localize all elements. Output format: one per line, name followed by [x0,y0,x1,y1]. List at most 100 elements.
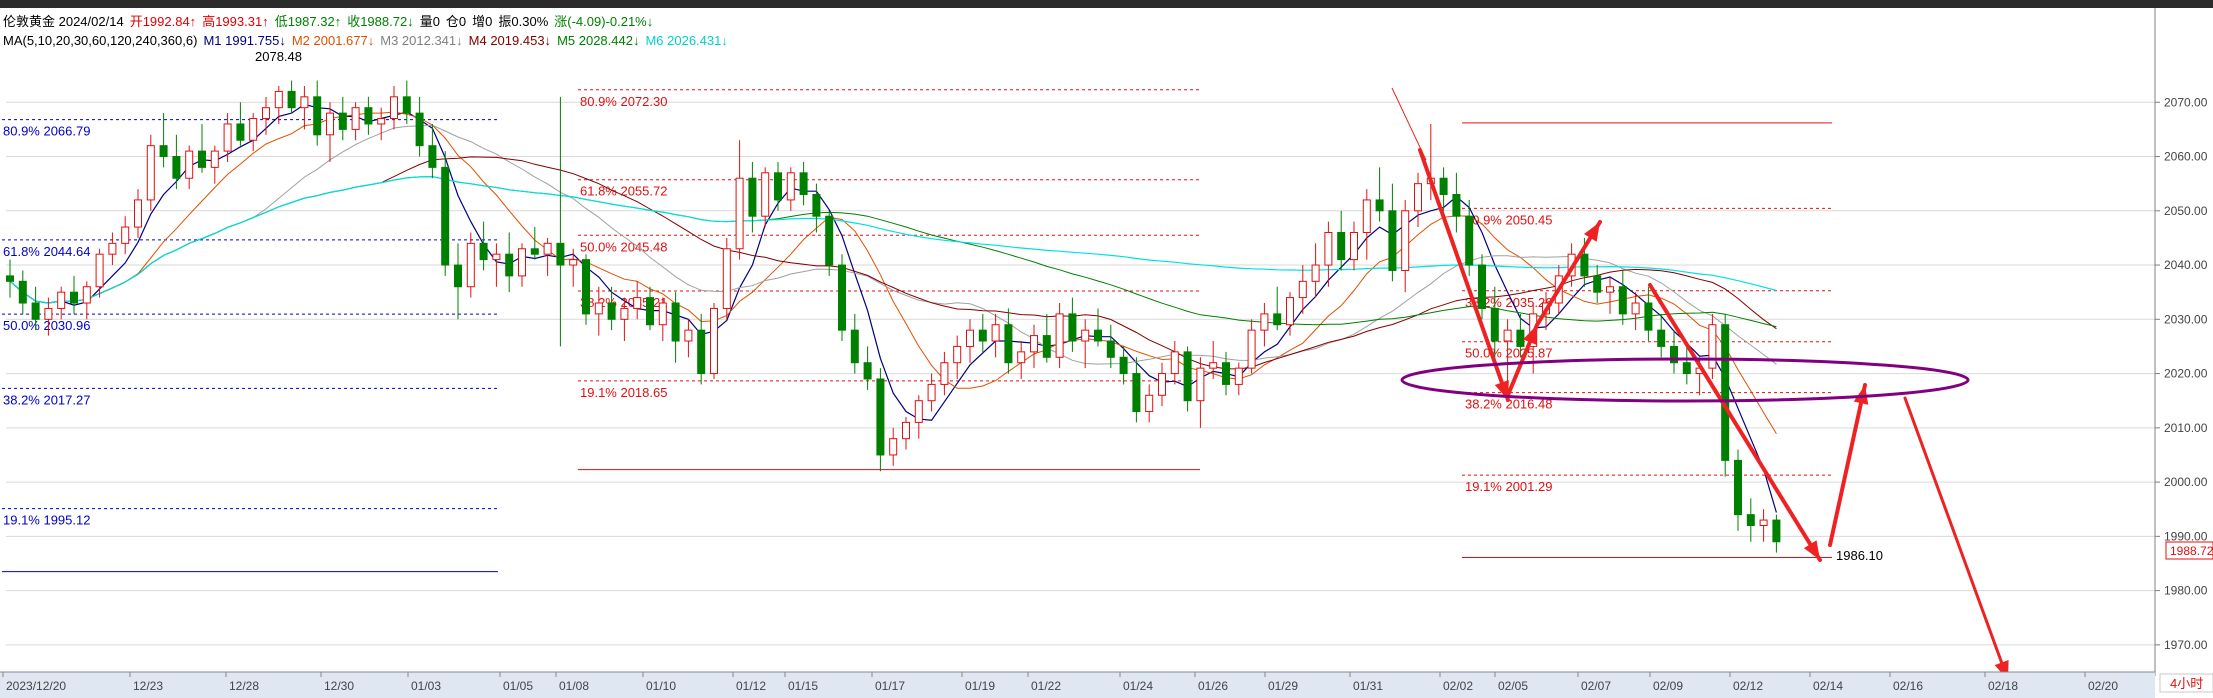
candle-body-down [1580,253,1589,277]
candle-body-up [543,242,552,255]
time-axis[interactable]: 2023/12/20 12/23 12/28 12/30 01/03 01/05 01/08… [0,671,2155,698]
fib-level-label: 19.1% 2001.29 [1465,479,1552,494]
time-tick-label: 02/18 [1988,679,2018,693]
chart-background [0,8,2213,698]
candle-body-up [249,118,258,141]
candle-body-down [198,150,206,168]
candle-body-up [684,329,693,342]
window-top-bar [0,0,2213,8]
candle-body-up [786,172,795,201]
chart-svg[interactable]: 80.9% 2066.79 61.8% 2044.64 50.0% 2030.96 3… [0,0,2213,698]
candle-body-up [1414,183,1422,212]
fib-level-label: 19.1% 2018.65 [580,385,667,400]
candle-body-up [1362,199,1371,233]
info-field: 振0.30% [498,14,548,29]
candle-body-down [428,145,437,168]
price-tick-label: 2070.00 [2164,95,2208,109]
candle-body-down [850,329,859,364]
candle-body-down [530,248,539,255]
candle-body-up [1286,297,1294,326]
candle-body-up [1170,351,1179,375]
time-tick-label: 01/03 [411,679,441,693]
time-tick-label: 01/10 [646,679,676,693]
time-tick-label: 12/30 [324,679,354,693]
candle-body-up [1298,280,1307,299]
candle-body-up [1401,210,1410,271]
candle-body-up [1017,351,1026,364]
info-field: MA(5,10,20,30,60,120,240,360,6) [3,33,197,48]
candle-body-up [1631,302,1640,315]
fib-level-label: 50.0% 2025.87 [1465,346,1552,361]
candle-body-up [1247,329,1256,369]
time-tick-label: 01/22 [1031,679,1061,693]
candle-body-up [134,199,142,228]
candle-body-up [1708,324,1717,369]
candle-body-up [1350,231,1358,261]
time-tick-label: 01/19 [965,679,995,693]
candle-body-down [799,172,808,196]
time-tick-label: 01/05 [503,679,533,693]
candle-body-down [1772,519,1781,543]
price-tick-label: 2020.00 [2164,367,2208,381]
candle-body-down [774,172,782,201]
timeframe-label[interactable]: 4小时 [2170,676,2203,691]
candle-body-up [1081,329,1090,342]
candle-body-up [300,96,309,109]
candle-body-down [415,112,424,147]
candle-body-down [1042,335,1051,358]
candle-body-down [236,123,245,141]
candle-body-up [1311,264,1320,282]
fib-level-label: 38.2% 2017.27 [3,392,90,407]
candle-body-up [492,253,501,261]
info-field: M2 2001.677↓ [292,33,374,48]
info-field: 高1993.31↑ [202,14,269,29]
candle-body-down [978,329,987,342]
candle-body-down [18,280,27,304]
candle-body-down [1516,329,1525,347]
candle-body-down [441,166,450,266]
candle-body-down [364,107,373,125]
candle-body-down [582,259,590,315]
info-field: 收1988.72↓ [347,14,414,29]
candle-body-up [722,248,731,309]
candle-body-up [1324,231,1333,266]
candle-body-down [6,275,14,282]
candle-body-up [223,123,232,152]
candle-body-down [479,242,488,261]
candle-body-down [1273,313,1282,326]
kline-chart[interactable]: 80.9% 2066.79 61.8% 2044.64 50.0% 2030.96 3… [0,0,2213,698]
candle-body-down [863,362,872,380]
info-field: M1 1991.755↓ [203,33,285,48]
candle-body-up [1234,367,1243,385]
info-field: 量0 [420,14,440,29]
time-tick-label: 01/29 [1268,679,1298,693]
candle-body-down [1106,340,1115,358]
info-field: 伦敦黄金 2024/02/14 [3,14,124,29]
price-tick-label: 2010.00 [2164,421,2208,435]
candle-body-up [735,177,744,250]
candle-body-up [466,242,475,288]
candle-body-up [1759,519,1768,526]
candle-body-down [1682,362,1691,375]
info-field: 开1992.84↑ [130,14,197,29]
info-field: M5 2028.442↓ [557,33,639,48]
time-tick-label: 01/31 [1353,679,1383,693]
candle-body-up [82,286,91,304]
time-tick-label: 02/20 [2088,679,2118,693]
candle-body-down [1746,514,1755,526]
candle-body-up [390,96,398,120]
candle-body-down [70,291,78,304]
candle-body-down [697,329,706,375]
time-tick-label: 01/17 [875,679,905,693]
time-tick-label: 01/12 [736,679,766,693]
candle-body-up [1260,313,1269,331]
info-field: M6 2026.431↓ [645,33,727,48]
candle-body-up [1158,373,1166,396]
candle-body-up [953,345,962,364]
candle-body-up [518,248,526,277]
candle-body-down [159,145,168,158]
candle-body-down [748,177,757,217]
candle-body-down [402,96,411,114]
candle-body-down [1119,356,1128,375]
info-field: 低1987.32↑ [275,14,342,29]
